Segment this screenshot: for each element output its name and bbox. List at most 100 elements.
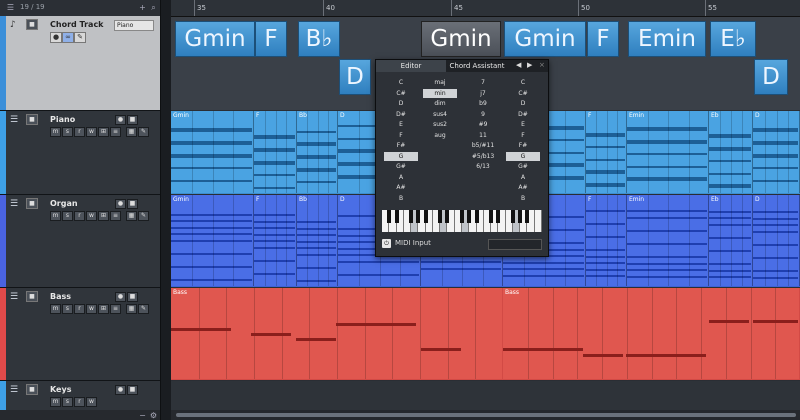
midi-note[interactable] (421, 268, 501, 270)
chord-event[interactable]: Emin (628, 21, 706, 57)
midi-note[interactable] (627, 210, 707, 212)
track-keys[interactable]: ☰ ■ Keys ● ■ msrw (0, 381, 160, 411)
tensions-option[interactable]: j7 (466, 89, 500, 98)
midi-note[interactable] (753, 130, 798, 132)
track-number-box[interactable]: ■ (26, 291, 38, 302)
midi-note[interactable] (709, 320, 749, 323)
track-number-box[interactable]: ■ (26, 198, 38, 209)
midi-note[interactable] (254, 214, 295, 216)
black-key[interactable] (438, 210, 443, 223)
record-enable-button[interactable]: ■ (127, 115, 138, 125)
close-icon[interactable]: × (539, 61, 545, 69)
bass_notes-option[interactable]: G# (506, 162, 540, 171)
read-button[interactable]: r (74, 211, 85, 221)
timeline-ruler[interactable]: 35 40 45 50 55 (171, 0, 800, 17)
track-number-box[interactable]: ■ (26, 114, 38, 125)
types-option[interactable]: min (423, 88, 457, 98)
edit-instrument-button[interactable]: ⊞ (98, 211, 109, 221)
midi-note[interactable] (171, 130, 252, 132)
midi-note[interactable] (171, 240, 252, 242)
root_notes-option[interactable]: E (384, 120, 418, 129)
midi-note[interactable] (627, 166, 707, 168)
midi-note[interactable] (254, 260, 295, 262)
edit-button[interactable]: ✎ (138, 211, 149, 221)
write-button[interactable]: w (86, 211, 97, 221)
types-option[interactable]: dim (423, 99, 457, 108)
midi-note[interactable] (297, 280, 336, 282)
white-key[interactable] (534, 210, 542, 232)
midi-note[interactable] (627, 153, 707, 155)
bass_notes-option[interactable]: E (506, 120, 540, 129)
midi-note[interactable] (586, 262, 625, 264)
black-key[interactable] (409, 210, 414, 223)
root_notes-option[interactable]: A# (384, 183, 418, 192)
mute-button[interactable]: m (50, 397, 61, 407)
mute-button[interactable]: m (50, 127, 61, 137)
bass_notes-option[interactable]: A# (506, 183, 540, 192)
midi-note[interactable] (503, 268, 584, 270)
mute-button[interactable]: m (50, 211, 61, 221)
midi-part[interactable]: D (753, 195, 800, 286)
record-enable-button[interactable]: ■ (127, 199, 138, 209)
piano-keyboard[interactable] (382, 210, 542, 232)
midi-note[interactable] (171, 227, 252, 229)
midi-note[interactable] (753, 218, 798, 220)
tensions-option[interactable]: 11 (466, 131, 500, 140)
chord-track-preset-field[interactable]: Piano (114, 20, 154, 31)
root_notes-option[interactable]: C (384, 78, 418, 87)
midi-note[interactable] (753, 231, 798, 233)
midi-part[interactable]: Bb (297, 111, 338, 193)
bass_notes-option[interactable]: D (506, 99, 540, 108)
list-icon[interactable]: ☰ (6, 3, 15, 12)
root_notes-option[interactable]: G (384, 151, 418, 161)
chord-event[interactable]: D (754, 59, 788, 95)
midi-note[interactable] (254, 163, 295, 165)
black-key[interactable] (518, 210, 523, 223)
types-option[interactable]: aug (423, 131, 457, 140)
midi-note[interactable] (297, 254, 336, 256)
midi-note[interactable] (171, 279, 252, 281)
midi-note[interactable] (254, 150, 295, 152)
black-key[interactable] (496, 210, 501, 223)
chord-event[interactable]: F (255, 21, 287, 57)
midi-note[interactable] (297, 247, 336, 249)
tensions-option[interactable]: 7 (466, 78, 500, 87)
root_notes-option[interactable]: D# (384, 110, 418, 119)
midi-note[interactable] (171, 233, 252, 235)
midi-note[interactable] (586, 146, 625, 148)
bass_notes-option[interactable]: C (506, 78, 540, 87)
midi-note[interactable] (421, 261, 501, 263)
write-button[interactable]: w (86, 127, 97, 137)
midi-note[interactable] (709, 270, 751, 272)
chord-event[interactable]: E♭ (710, 21, 756, 57)
midi-note[interactable] (753, 156, 798, 158)
midi-note[interactable] (753, 211, 798, 213)
midi-note[interactable] (171, 156, 252, 158)
monitor-button[interactable]: ● (115, 199, 126, 209)
midi-note[interactable] (709, 186, 751, 188)
midi-note[interactable] (753, 270, 798, 272)
record-enable-button[interactable]: ■ (127, 385, 138, 395)
midi-note[interactable] (297, 144, 336, 146)
previous-chord-icon[interactable]: ◀ (516, 61, 521, 69)
midi-note[interactable] (709, 160, 751, 162)
black-key[interactable] (489, 210, 494, 223)
track-bass[interactable]: ☰ ■ Bass ● ■ m s r w ⊞ ≡ ▦ ✎ (0, 288, 160, 381)
track-number-box[interactable]: ■ (26, 384, 38, 395)
midi-note[interactable] (297, 131, 336, 133)
tab-editor[interactable]: Editor (376, 60, 446, 72)
chord-track-mute-button[interactable]: ● (50, 32, 62, 43)
midi-note[interactable] (586, 159, 625, 161)
midi-note[interactable] (297, 170, 336, 172)
midi-note[interactable] (171, 253, 252, 255)
read-button[interactable]: r (74, 127, 85, 137)
midi-note[interactable] (709, 136, 751, 138)
midi-part[interactable]: Gmin (171, 195, 254, 286)
root_notes-option[interactable]: C# (384, 89, 418, 98)
types-option[interactable]: sus2 (423, 120, 457, 129)
edit-instrument-button[interactable]: ⊞ (98, 127, 109, 137)
inserts-button[interactable]: ▦ (126, 211, 137, 221)
track-piano[interactable]: ☰ ■ Piano ● ■ m s r w ⊞ ≡ ▦ ✎ (0, 111, 160, 195)
tensions-option[interactable]: 6/13 (466, 162, 500, 171)
chord-event[interactable]: F (587, 21, 619, 57)
